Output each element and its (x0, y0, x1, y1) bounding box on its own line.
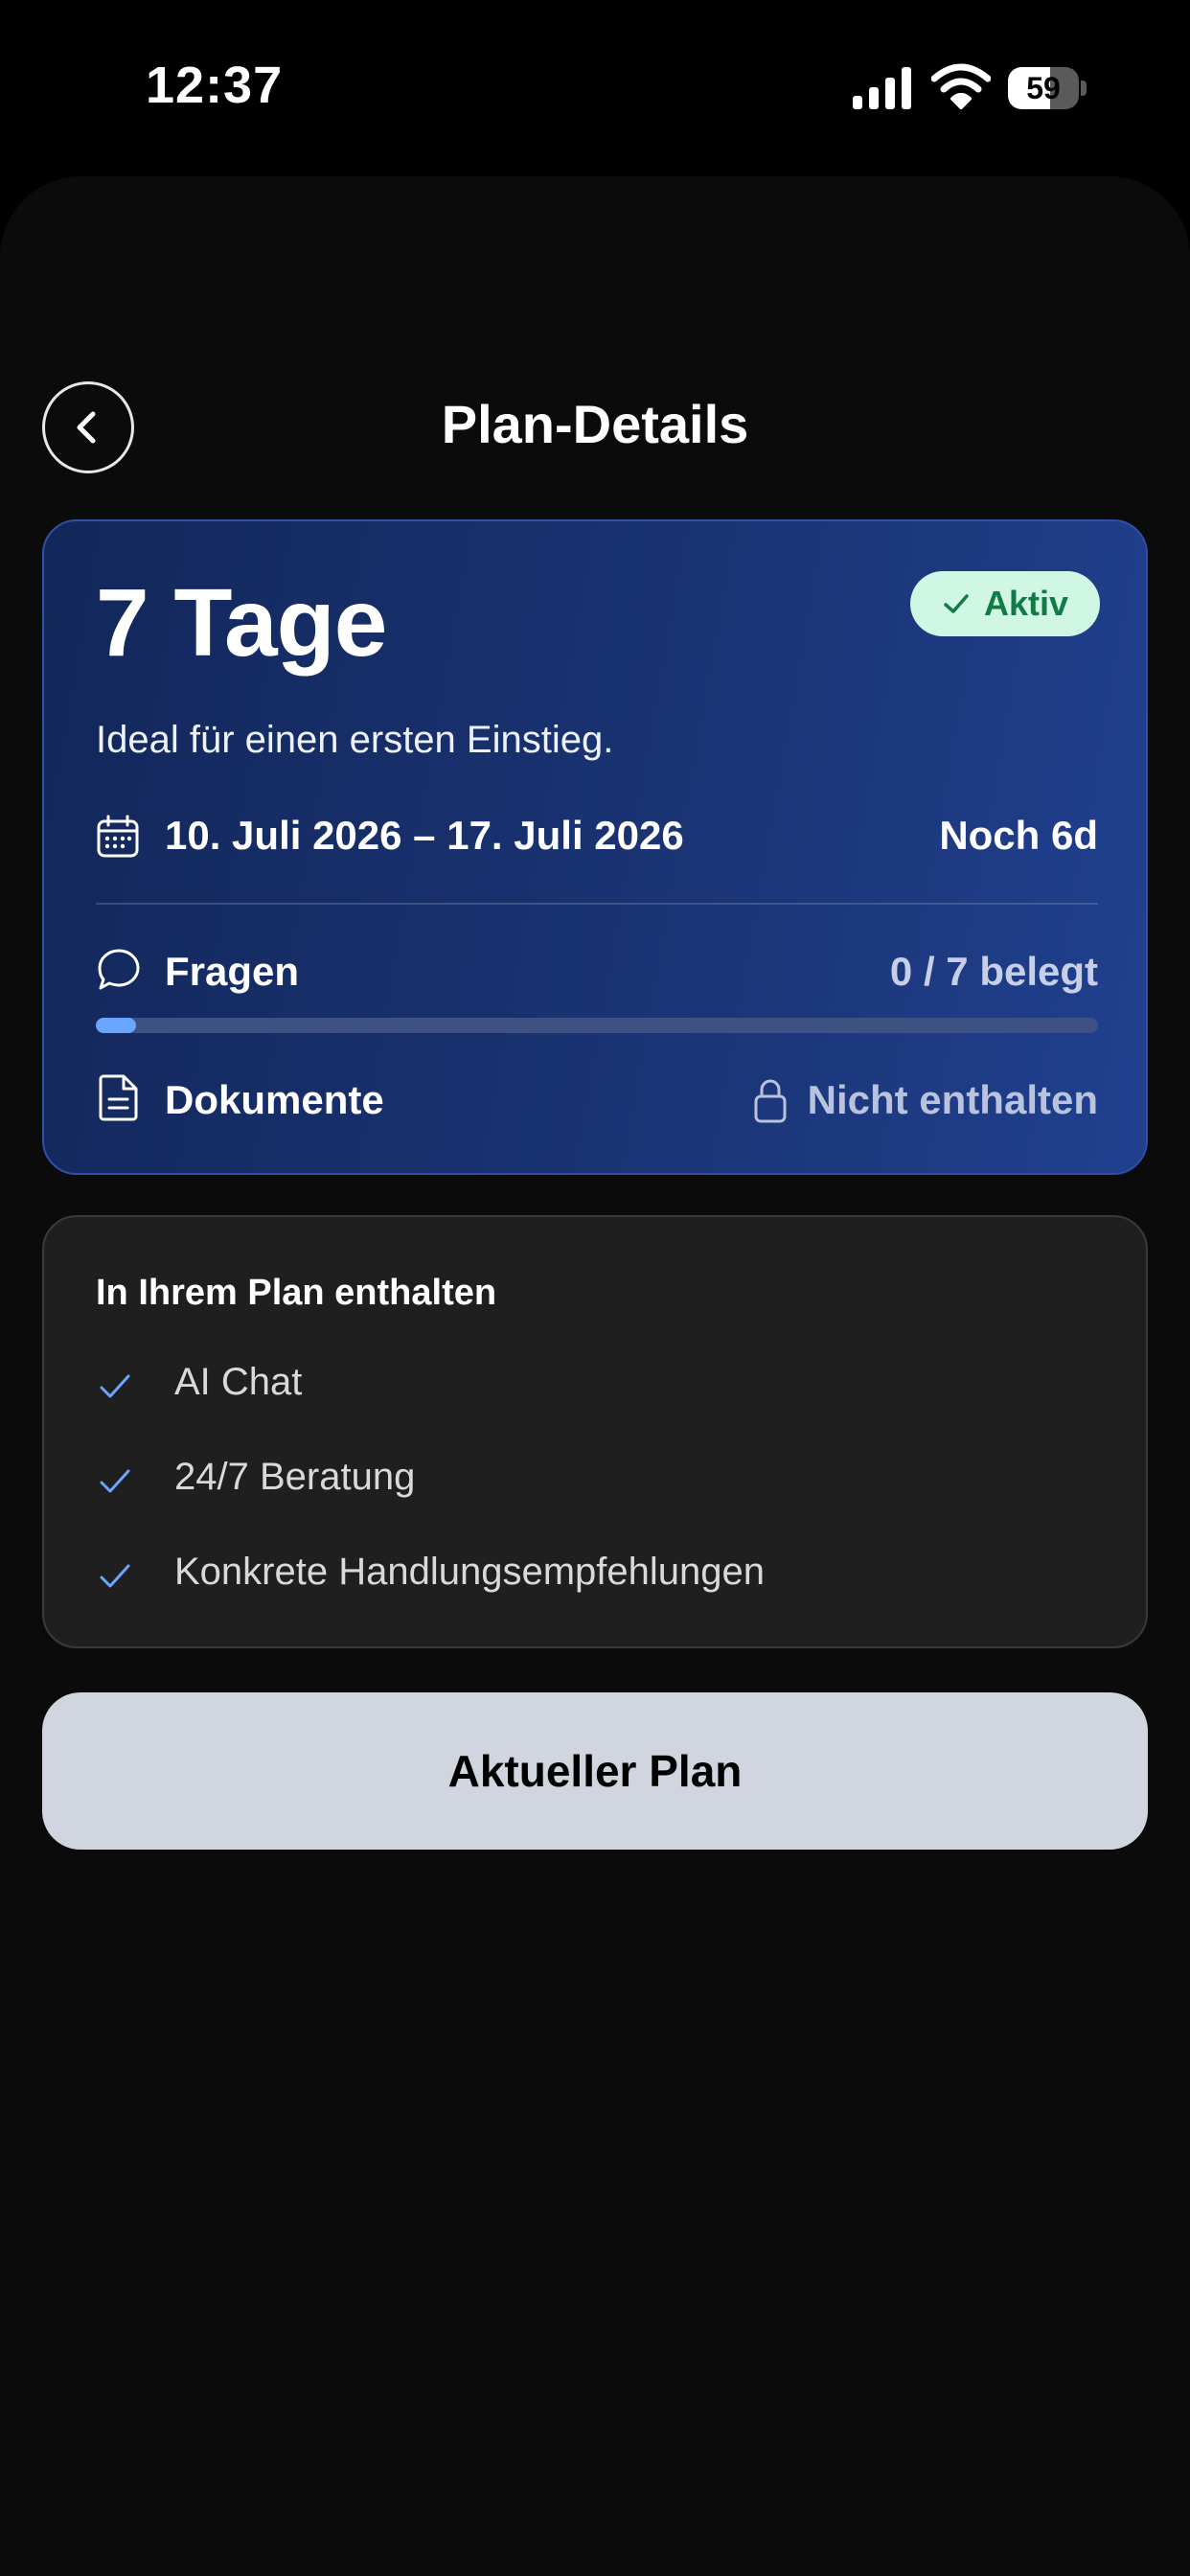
battery-level: 59 (1026, 71, 1061, 105)
questions-label: Fragen (165, 949, 300, 994)
lock-icon (754, 1079, 787, 1123)
page-title: Plan-Details (441, 394, 749, 454)
features-title: In Ihrem Plan enthalten (96, 1273, 497, 1313)
wifi-icon (931, 63, 991, 109)
feature-item: 24/7 Beratung (96, 1452, 1054, 1509)
questions-progress-bar (96, 1018, 1098, 1033)
battery-icon: 59 (1008, 67, 1087, 109)
plan-name: 7 Tage (96, 569, 387, 677)
divider (96, 903, 1098, 905)
status-badge: Aktiv (910, 571, 1100, 636)
feature-item: Konkrete Handlungsempfehlungen (96, 1547, 1054, 1604)
status-bar: 12:37 59 (0, 0, 1190, 172)
check-icon (100, 1374, 130, 1398)
plan-description: Ideal für einen ersten Einstieg. (96, 719, 614, 761)
plan-card: 7 Tage Aktiv Ideal für einen ersten Eins… (42, 519, 1148, 1175)
feature-item: AI Chat (96, 1357, 1054, 1414)
signal-icon (853, 67, 911, 109)
document-icon (99, 1074, 138, 1121)
status-badge-label: Aktiv (983, 584, 1069, 623)
chat-bubble-icon (98, 949, 140, 990)
date-range: 10. Juli 2026 – 17. Juli 2026 (165, 813, 684, 858)
calendar-icon (97, 815, 139, 858)
check-icon (944, 594, 969, 613)
feature-label: AI Chat (174, 1361, 303, 1403)
current-plan-button[interactable]: Aktueller Plan (42, 1692, 1148, 1850)
questions-progress-fill (96, 1018, 136, 1033)
documents-status-label: Nicht enthalten (807, 1077, 1098, 1122)
check-icon (100, 1469, 130, 1493)
check-icon (100, 1564, 130, 1588)
documents-label: Dokumente (165, 1077, 384, 1122)
feature-label: 24/7 Beratung (174, 1456, 416, 1498)
feature-label: Konkrete Handlungsempfehlungen (174, 1551, 765, 1593)
questions-usage: 0 / 7 belegt (889, 949, 1098, 994)
date-row: 10. Juli 2026 – 17. Juli 2026 Noch 6d (96, 809, 1098, 862)
documents-row: Dokumente Nicht enthalten (96, 1071, 1098, 1129)
status-time: 12:37 (146, 57, 284, 114)
questions-row: Fragen 0 / 7 belegt (96, 943, 1098, 1000)
features-card: In Ihrem Plan enthalten AI Chat 24/7 Ber… (42, 1215, 1148, 1648)
remaining-days: Noch 6d (939, 813, 1098, 858)
documents-status: Nicht enthalten (752, 1077, 1098, 1123)
